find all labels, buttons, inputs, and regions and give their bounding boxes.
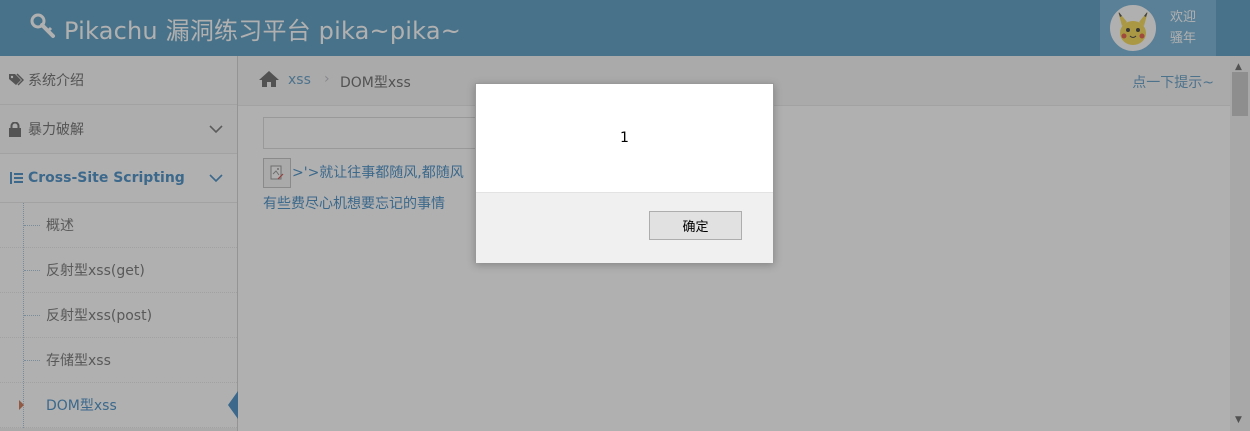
alert-message: 1 [620,130,629,146]
ok-button[interactable]: 确定 [649,211,742,240]
alert-footer: 确定 [476,192,773,263]
alert-dialog: 1 确定 [475,83,774,263]
